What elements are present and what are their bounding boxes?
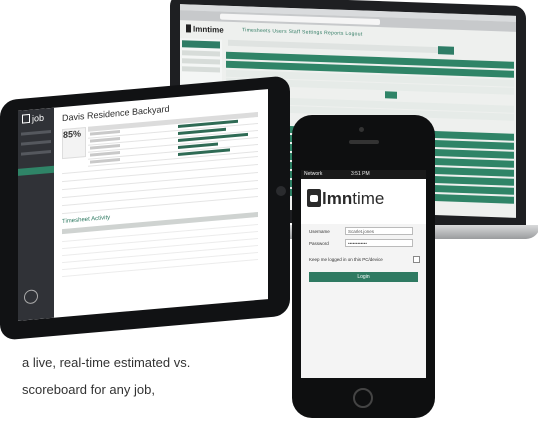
logo-rest-text: time	[352, 189, 385, 208]
tablet-sidebar-item[interactable]	[21, 140, 51, 146]
laptop-sidebar-item[interactable]	[182, 58, 220, 65]
tablet-logo: job	[22, 113, 44, 125]
tablet-home-icon[interactable]	[24, 289, 38, 305]
laptop-filter-button[interactable]	[438, 46, 454, 55]
lmntime-logo: lmntime	[307, 189, 384, 209]
caption-line-1: a live, real-time estimated vs.	[22, 355, 191, 370]
tablet-sidebar-active-item[interactable]	[18, 165, 54, 176]
clock: 3:51 PM	[351, 171, 370, 177]
tablet-home-button	[276, 186, 286, 196]
lmntime-logo-icon	[307, 189, 321, 207]
laptop-action-button[interactable]	[385, 91, 397, 99]
tablet-screen: job Davis Residence Backyard 85% Timeshe…	[18, 89, 268, 321]
laptop-filter-bar	[228, 39, 438, 54]
laptop-logo-text: lmntime	[193, 24, 224, 35]
phone-status-bar: Network 3:51 PM	[301, 170, 426, 179]
laptop-sidebar-item[interactable]	[182, 50, 220, 57]
tablet-percent: 85%	[63, 128, 82, 140]
caption-line-2: scoreboard for any job,	[22, 382, 155, 397]
phone-header: lmntime	[301, 179, 426, 224]
phone-camera-icon	[359, 127, 364, 132]
phone-home-button[interactable]	[353, 388, 373, 408]
laptop-sidebar-item[interactable]	[182, 40, 220, 49]
network-label: Network	[304, 171, 323, 177]
phone-speaker	[349, 140, 379, 144]
username-input[interactable]: Scarlet.jones	[345, 227, 413, 235]
tablet-sidebar-item[interactable]	[21, 130, 51, 136]
laptop-sidebar-item[interactable]	[182, 66, 220, 73]
logo-bold-text: lmn	[322, 189, 353, 208]
tablet-logo-text: job	[32, 112, 45, 124]
keep-logged-label: Keep me logged in on this PC/device	[309, 257, 383, 262]
tablet-sidebar-item[interactable]	[21, 150, 51, 156]
login-button[interactable]: Login	[309, 272, 418, 282]
username-label: Username	[309, 229, 330, 234]
keep-logged-checkbox[interactable]	[413, 256, 420, 263]
tablet-timesheet-heading: Timesheet Activity	[62, 214, 111, 226]
password-label: Password	[309, 241, 329, 246]
laptop-app-logo: lmntime	[186, 24, 224, 35]
tablet-sidebar: job	[18, 107, 54, 321]
phone-screen: Network 3:51 PM lmntime Username Scarlet…	[301, 170, 426, 378]
password-input[interactable]: ••••••••••••	[345, 239, 413, 247]
laptop-nav[interactable]: Timesheets Users Staff Settings Reports …	[242, 27, 363, 37]
